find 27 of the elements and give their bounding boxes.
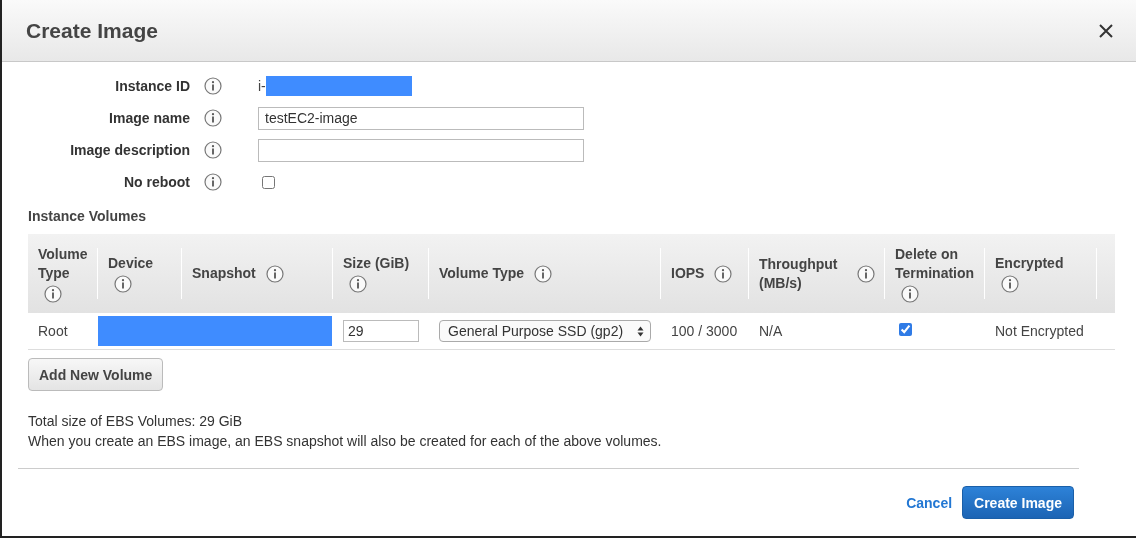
column-header: Device [108,254,154,273]
add-volume-button[interactable]: Add New Volume [28,358,164,391]
column-header: Size (GiB) [343,254,410,273]
size-field[interactable]: 29 [343,320,419,342]
info-text: Total size of EBS Volumes: 29 GiB [28,412,243,431]
volume-type-select[interactable]: General Purpose SSD (gp2) [439,320,651,342]
column-header: Delete on Termination [895,244,975,283]
cancel-link[interactable]: Cancel [906,494,953,511]
create-image-button[interactable]: Create Image [962,486,1074,519]
column-header: Volume Type [38,244,88,283]
column-header: Volume Type [439,264,525,283]
column-header: Throughput (MB/s) [759,254,839,293]
info-text: When you create an EBS image, an EBS snapshot will also be created for each of the above volumes. [28,432,663,451]
table-cell: N/A [749,313,885,350]
text-field[interactable]: testEC2-image [258,106,584,130]
column-header: IOPS [671,264,705,283]
table-cell: 100 / 3000 [661,313,749,350]
column-header: Snapshot [192,264,256,283]
field-label: Image name [108,110,190,126]
instance-id: i- [258,78,266,94]
section-heading: Instance Volumes [28,208,147,224]
field-label: Image description [69,142,190,158]
table-cell: Not Encrypted [985,313,1097,350]
column-header: Encrypted [995,254,1064,273]
dialog-title: Create Image [26,18,158,43]
field-label: Instance ID [114,78,190,94]
field-label: No reboot [122,174,190,190]
